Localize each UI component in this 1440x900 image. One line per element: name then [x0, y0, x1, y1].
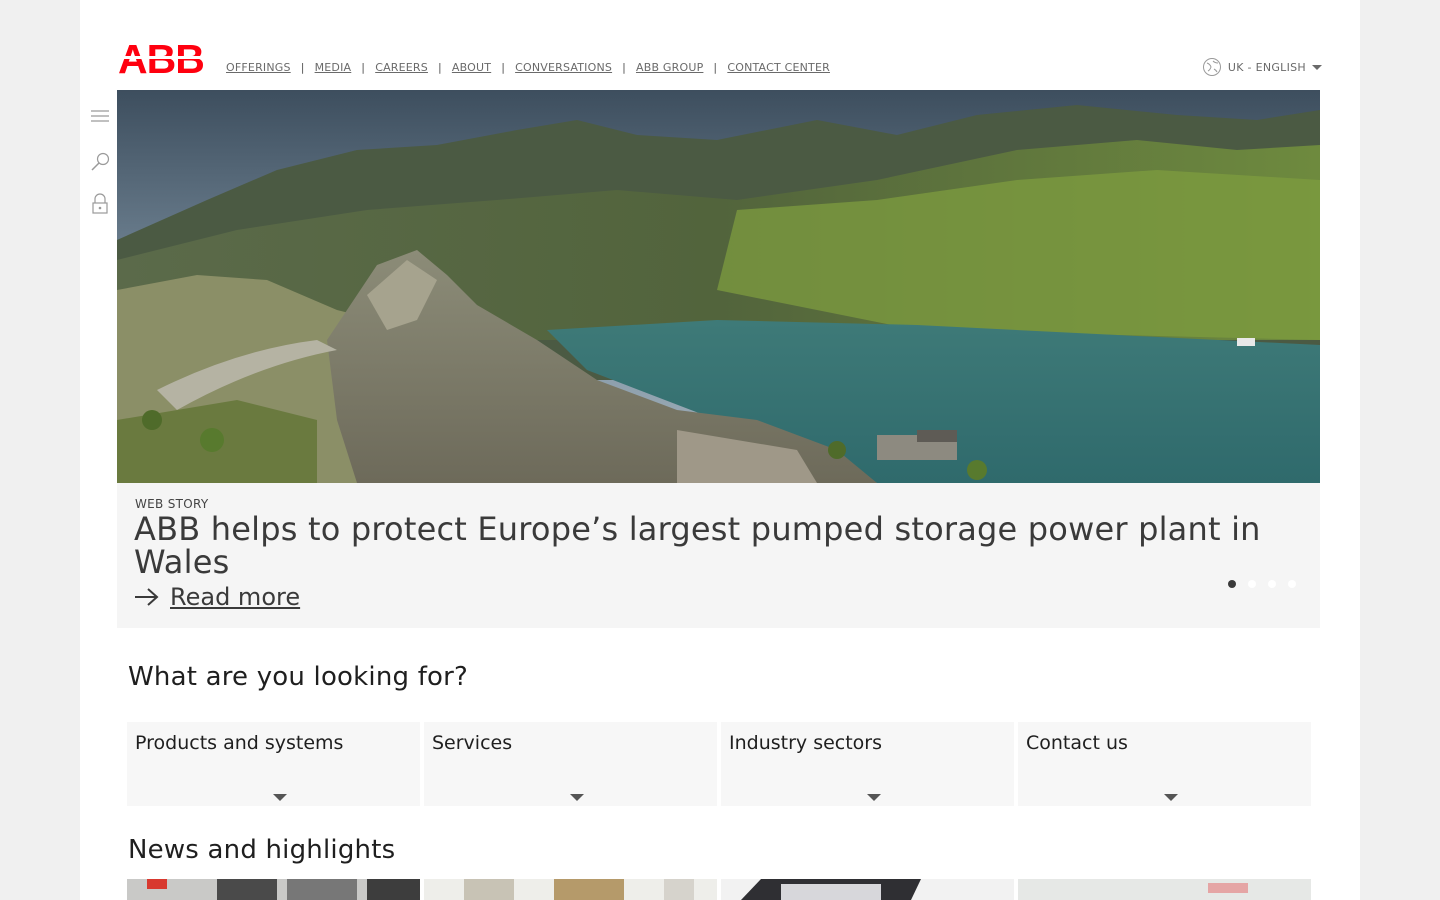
- carousel-pagination: [1216, 580, 1296, 588]
- looking-for-cards: Products and systems Services Industry s…: [127, 722, 1315, 806]
- nav-separator: |: [300, 61, 305, 74]
- news-list: [127, 879, 1315, 900]
- card-label: Contact us: [1026, 732, 1128, 754]
- globe-icon: [1202, 58, 1221, 76]
- arrow-right-icon: [135, 588, 159, 606]
- news-thumbnail[interactable]: [1018, 879, 1311, 900]
- language-selector[interactable]: UK - ENGLISH: [1202, 57, 1322, 77]
- menu-icon[interactable]: [88, 104, 112, 128]
- nav-separator: |: [713, 61, 718, 74]
- nav-separator: |: [361, 61, 366, 74]
- abb-logo[interactable]: ABB: [118, 40, 206, 76]
- card-label: Services: [432, 732, 513, 754]
- nav-about[interactable]: ABOUT: [452, 61, 491, 74]
- carousel-dot-3[interactable]: [1268, 580, 1276, 588]
- news-title: News and highlights: [128, 835, 396, 865]
- chevron-down-icon: [867, 794, 881, 801]
- read-more-link[interactable]: Read more: [134, 583, 300, 611]
- search-icon[interactable]: [88, 150, 112, 174]
- hero-headline[interactable]: ABB helps to protect Europe’s largest pu…: [134, 513, 1274, 579]
- card-label: Products and systems: [135, 732, 344, 754]
- card-contact-us[interactable]: Contact us: [1018, 722, 1311, 806]
- chevron-down-icon: [273, 794, 287, 801]
- news-thumbnail[interactable]: [721, 879, 1014, 900]
- looking-for-title: What are you looking for?: [128, 662, 469, 692]
- page: ABB OFFERINGS | MEDIA | CAREERS | ABOUT …: [80, 0, 1360, 900]
- chevron-down-icon: [570, 794, 584, 801]
- news-thumbnail[interactable]: [127, 879, 420, 900]
- nav-conversations[interactable]: CONVERSATIONS: [515, 61, 612, 74]
- nav-media[interactable]: MEDIA: [315, 61, 352, 74]
- carousel-dot-4[interactable]: [1288, 580, 1296, 588]
- card-label: Industry sectors: [729, 732, 883, 754]
- carousel-dot-2[interactable]: [1248, 580, 1256, 588]
- nav-contact-center[interactable]: CONTACT CENTER: [727, 61, 830, 74]
- read-more-label: Read more: [170, 583, 301, 611]
- hero-carousel: WEB STORY ABB helps to protect Europe’s …: [117, 90, 1320, 628]
- side-toolbar: [88, 104, 112, 238]
- top-navigation: OFFERINGS | MEDIA | CAREERS | ABOUT | CO…: [226, 61, 830, 74]
- nav-separator: |: [501, 61, 506, 74]
- hero-caption: WEB STORY ABB helps to protect Europe’s …: [117, 483, 1320, 628]
- carousel-dot-1[interactable]: [1228, 580, 1236, 588]
- card-products-and-systems[interactable]: Products and systems: [127, 722, 420, 806]
- nav-careers[interactable]: CAREERS: [375, 61, 428, 74]
- chevron-down-icon: [1164, 794, 1178, 801]
- card-industry-sectors[interactable]: Industry sectors: [721, 722, 1014, 806]
- lock-icon[interactable]: [88, 192, 112, 216]
- hero-image[interactable]: [117, 90, 1320, 483]
- news-thumbnail[interactable]: [424, 879, 717, 900]
- language-label: UK - ENGLISH: [1227, 60, 1306, 74]
- nav-abb-group[interactable]: ABB GROUP: [636, 61, 703, 74]
- nav-separator: |: [437, 61, 442, 74]
- nav-separator: |: [622, 61, 626, 74]
- hero-kicker: WEB STORY: [135, 497, 209, 511]
- chevron-down-icon: [1312, 65, 1322, 70]
- card-services[interactable]: Services: [424, 722, 717, 806]
- nav-offerings[interactable]: OFFERINGS: [226, 61, 291, 74]
